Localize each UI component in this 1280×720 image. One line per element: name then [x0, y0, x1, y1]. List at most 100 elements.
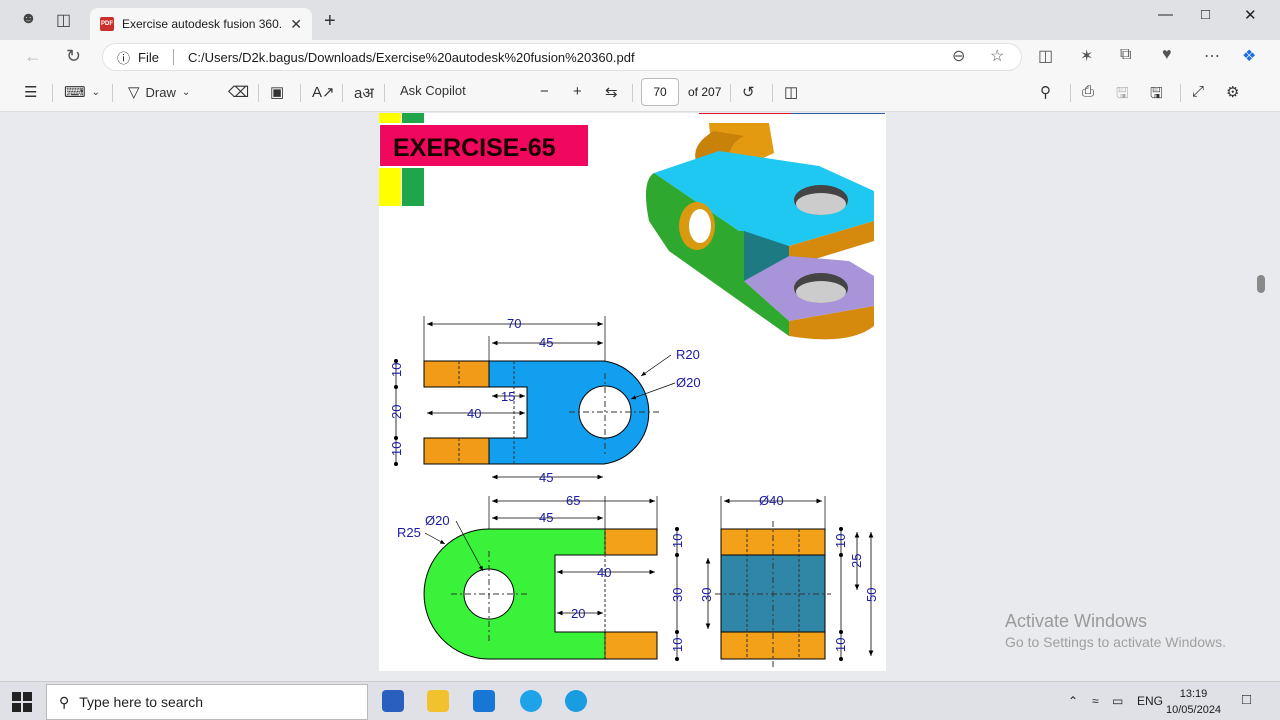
draw-button[interactable]: ▽ Draw ⌄: [128, 83, 190, 101]
new-tab-icon[interactable]: +: [324, 10, 336, 33]
yellow-bar: [379, 113, 401, 123]
dim-50-side: 50: [864, 588, 879, 602]
ask-copilot-label: Ask Copilot: [400, 83, 466, 98]
split-screen-icon[interactable]: ◫: [1038, 46, 1053, 66]
side-view: Ø40 30 10 25 50 10: [699, 493, 879, 667]
green-bar: [402, 168, 424, 206]
battery-icon[interactable]: ▭: [1112, 694, 1123, 708]
network-icon[interactable]: ≈: [1092, 694, 1099, 708]
address-prefix: File: [138, 49, 159, 65]
yellow-bar: [379, 168, 401, 206]
vertical-scrollbar[interactable]: [1257, 275, 1265, 293]
translate-icon[interactable]: aअ: [354, 83, 374, 103]
start-button[interactable]: [12, 692, 32, 712]
draw-label: Draw: [145, 84, 176, 100]
browser-essentials-icon[interactable]: ♥: [1162, 46, 1172, 64]
tab-close-icon[interactable]: ✕: [290, 16, 302, 33]
dim-45-front: 45: [539, 510, 553, 525]
text-box-icon[interactable]: ▣: [270, 83, 284, 101]
contents-icon[interactable]: ☰: [24, 83, 37, 101]
address-divider: [172, 49, 174, 65]
more-menu-icon[interactable]: ⋯: [1204, 46, 1220, 66]
tab-active[interactable]: PDF Exercise autodesk fusion 360.pdf ✕: [90, 8, 312, 40]
store-icon[interactable]: [382, 690, 404, 712]
file-explorer-icon[interactable]: [427, 690, 449, 712]
zoom-out-icon[interactable]: ⊖: [952, 46, 965, 66]
clock-date: 10/05/2024: [1166, 704, 1222, 716]
chevron-down-icon: ⌄: [181, 86, 191, 98]
dim-10-upper: 10: [389, 363, 404, 377]
dim-20-front: 20: [571, 606, 585, 621]
toolbar-divider: [1180, 84, 1181, 102]
info-icon[interactable]: ⓘ: [117, 48, 130, 67]
pdf-viewer[interactable]: EXERCISE-65 70 45 R20 Ø20 15 40 45 10 20…: [8, 113, 1270, 672]
ask-copilot-button[interactable]: Ask Copilot: [400, 83, 466, 98]
dim-dia20: Ø20: [676, 375, 701, 390]
collections-icon[interactable]: ⧉: [1120, 46, 1131, 64]
title-bar: ☻ ◫ PDF Exercise autodesk fusion 360.pdf…: [0, 0, 1280, 40]
dim-30-front: 30: [670, 588, 685, 602]
dim-40: 40: [467, 406, 481, 421]
url-text: C:/Users/D2k.bagus/Downloads/Exercise%20…: [187, 49, 635, 65]
zoom-in-button[interactable]: +: [573, 83, 582, 100]
dim-10-upper-front: 10: [670, 534, 685, 548]
dim-45-bottom: 45: [539, 470, 553, 485]
copilot-icon[interactable]: ❖: [1242, 46, 1256, 66]
maximize-icon[interactable]: □: [1201, 6, 1210, 23]
toolbar-divider: [300, 84, 301, 102]
profile-icon[interactable]: ☻: [20, 10, 37, 28]
settings-gear-icon[interactable]: ⚙: [1226, 83, 1239, 101]
read-aloud-icon[interactable]: A↗: [312, 83, 335, 101]
fit-width-icon[interactable]: ⇆: [605, 83, 618, 101]
mail-icon[interactable]: [473, 690, 495, 712]
toolbar-divider: [342, 84, 343, 102]
search-icon[interactable]: ⚲: [1040, 83, 1051, 101]
page-view-icon[interactable]: ◫: [784, 83, 798, 101]
print-icon[interactable]: ⎙: [1082, 83, 1094, 100]
rotate-icon[interactable]: ↺: [742, 83, 755, 101]
refresh-icon[interactable]: ↻: [66, 46, 81, 67]
close-window-icon[interactable]: ✕: [1244, 6, 1257, 24]
drawing-canvas: EXERCISE-65 70 45 R20 Ø20 15 40 45 10 20…: [379, 113, 885, 667]
dim-40-front: 40: [597, 565, 611, 580]
toolbar-divider: [112, 84, 113, 102]
minimize-icon[interactable]: —: [1158, 6, 1173, 23]
toolbar-divider: [1070, 84, 1071, 102]
internet-explorer-icon[interactable]: [520, 690, 542, 712]
language-indicator[interactable]: ENG: [1137, 694, 1163, 708]
back-icon[interactable]: ←: [24, 46, 42, 67]
zoom-out-button[interactable]: −: [540, 83, 549, 100]
clock[interactable]: 13:19 10/05/2024: [1166, 686, 1221, 718]
toolbar-divider: [730, 84, 731, 102]
save-icon[interactable]: 🖫: [1116, 83, 1129, 108]
taskbar-search-input[interactable]: ⚲ Type here to search: [46, 684, 368, 720]
address-field[interactable]: ⓘ File C:/Users/D2k.bagus/Downloads/Exer…: [102, 43, 1022, 71]
toolbar-divider: [52, 84, 53, 102]
dim-10-lower-front: 10: [670, 638, 685, 652]
dim-10-lower: 10: [389, 442, 404, 456]
tray-chevron-up-icon[interactable]: ⌃: [1068, 694, 1078, 708]
eraser-icon[interactable]: ⌫: [228, 83, 249, 101]
dim-45-top: 45: [539, 335, 553, 350]
page-number-input[interactable]: 70: [641, 78, 679, 106]
toolbar-divider: [384, 84, 385, 102]
isometric-model: [645, 123, 874, 340]
favorite-star-icon[interactable]: ☆: [990, 46, 1004, 66]
favorites-icon[interactable]: ✶: [1080, 46, 1093, 66]
fullscreen-icon[interactable]: ⤢: [1192, 83, 1204, 100]
activation-watermark-title: Activate Windows: [1005, 611, 1148, 631]
tab-actions-icon[interactable]: ◫: [56, 10, 71, 30]
save-as-icon[interactable]: 🖫: [1150, 83, 1163, 108]
notifications-icon[interactable]: □: [1242, 691, 1251, 708]
dim-25-side: 25: [849, 554, 864, 568]
highlight-icon[interactable]: ⌨ ⌄: [64, 83, 100, 101]
pdf-toolbar: ☰ ⌨ ⌄ ▽ Draw ⌄ ⌫ ▣ A↗ aअ Ask Copilot − + ⇆…: [0, 74, 1280, 112]
clock-time: 13:19: [1179, 688, 1208, 700]
activation-watermark-subtitle: Go to Settings to activate Windows.: [1005, 634, 1226, 650]
edge-icon[interactable]: [565, 690, 587, 712]
tab-title: Exercise autodesk fusion 360.pdf: [122, 17, 283, 31]
dim-r25: R25: [397, 525, 421, 540]
dim-20: 20: [389, 405, 404, 419]
top-view: 70 45 R20 Ø20 15 40 45 10 20 10: [389, 316, 701, 485]
dim-10-lower-side: 10: [833, 638, 848, 652]
